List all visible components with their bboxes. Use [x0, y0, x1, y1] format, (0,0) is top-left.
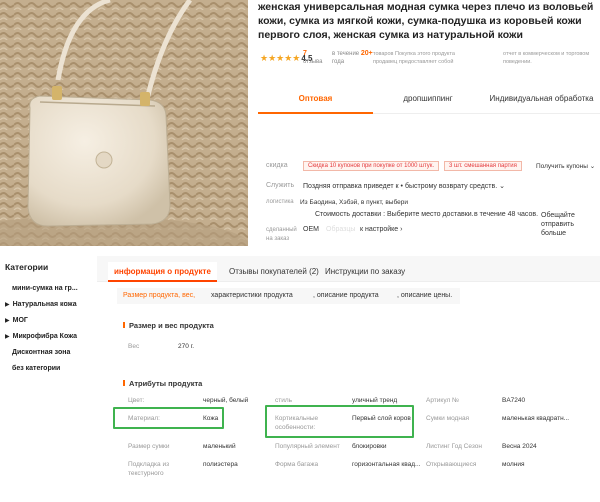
category-item[interactable]: без категории	[12, 365, 60, 372]
handbag-illustration	[0, 0, 248, 246]
attr-key: Популярный элемент	[275, 443, 340, 450]
attr-value: черный, белый	[203, 397, 249, 404]
category-item[interactable]: мини-сумка на гр...	[12, 285, 78, 292]
discount-row: скидка	[266, 162, 288, 169]
logistics-label-text: логистика	[266, 199, 294, 205]
shipping-time: в течение 48 часов.	[474, 211, 539, 218]
category-item[interactable]: Дисконтная зона	[12, 349, 70, 356]
service-label: Служить	[266, 182, 294, 189]
attr-value: Весна 2024	[502, 443, 537, 450]
attr-key: Сумки модная	[426, 415, 470, 422]
detail-tabs: информация о продукте Отзывы покупателей…	[108, 262, 600, 282]
attr-value: полиэстера	[203, 461, 238, 468]
coupon-badge-2[interactable]: 3 шт. смешанная партия	[444, 161, 522, 171]
weight-value: 270 г.	[178, 343, 195, 350]
attr-key: стиль	[275, 397, 293, 404]
category-item[interactable]: ▶ MOГ	[5, 317, 28, 324]
sold-number: 20+	[360, 50, 373, 57]
attr-value: маленький	[203, 443, 236, 450]
coupon-text-1: Скидка 10 купонов при покупке от 1000 шт…	[303, 161, 440, 171]
attributes-section-title: Атрибуты продукта	[123, 379, 202, 388]
shipping-cost[interactable]: Стоимость доставки : Выберите место дост…	[315, 211, 474, 218]
tab-order-instructions[interactable]: Инструкции по заказу	[325, 262, 405, 282]
tab-wholesale[interactable]: Оптовая	[258, 84, 373, 114]
attr-key: Открывающиеся	[426, 461, 477, 468]
sold-count: в течение 20+ года	[332, 50, 374, 66]
logistics-label: логистика	[266, 199, 294, 205]
tab-dropship[interactable]: дропшиппинг	[373, 84, 483, 114]
reviews-number: 7	[303, 50, 307, 57]
service-label-text: Служить	[266, 182, 295, 189]
category-item[interactable]: ▶ Микрофибра Кожа	[5, 333, 77, 340]
star-icons: ★★★★★	[260, 53, 301, 63]
discount-label: скидка	[266, 162, 288, 169]
coupon-text-2: 3 шт. смешанная партия	[444, 161, 522, 171]
category-label: мини-сумка на гр...	[12, 285, 78, 292]
chevron-right-icon: ▶	[5, 302, 10, 308]
tab-reviews[interactable]: Отзывы покупателей (2)	[229, 262, 319, 282]
seller-desc: товаров Покупка этого продукта продавец …	[373, 51, 455, 65]
oem-option[interactable]: OEM	[303, 226, 319, 233]
reviews-count[interactable]: 7 отзыва	[303, 50, 322, 66]
category-label: MOГ	[12, 317, 28, 324]
attr-value: BA7240	[502, 397, 526, 404]
seller-report: отчет в коммерческом и торговом поведени…	[503, 51, 590, 65]
highlight-cortical	[265, 405, 414, 438]
samples-option[interactable]: Образцы	[326, 226, 355, 233]
size-section-title: Размер и вес продукта	[123, 321, 214, 330]
attr-value: уличный тренд	[352, 397, 398, 404]
product-image[interactable]	[0, 0, 248, 246]
category-item[interactable]: ▶ Натуральная кожа	[5, 301, 77, 308]
weight-label: Вес	[128, 343, 140, 350]
sold-suffix: года	[332, 59, 345, 65]
attr-value: горизонтальная квад...	[352, 461, 421, 468]
subtab-price[interactable]: , описание цены.	[397, 288, 452, 304]
tab-custom[interactable]: Индивидуальная обработка	[483, 84, 600, 114]
sub-tabs: Размер продукта, вес, характеристики про…	[117, 288, 460, 304]
to-settings-link[interactable]: к настройке ›	[360, 226, 402, 233]
subtab-size[interactable]: Размер продукта, вес,	[123, 288, 195, 304]
attr-key: Подкладка из текстурного	[128, 461, 170, 477]
attr-key: Цвет:	[128, 397, 145, 404]
purchase-mode-tabs: Оптовая дропшиппинг Индивидуальная обраб…	[258, 84, 600, 114]
chevron-right-icon: ▶	[5, 334, 10, 340]
coupon-badge-1[interactable]: Скидка 10 купонов при покупке от 1000 шт…	[303, 161, 440, 171]
attr-value: блокировки	[352, 443, 387, 450]
chevron-right-icon: ▶	[5, 318, 10, 324]
highlight-material	[113, 407, 224, 429]
category-panel: Категории	[0, 262, 97, 272]
made-label-text: сделанный на заказ	[266, 227, 297, 242]
category-title: Категории	[5, 262, 49, 272]
attr-key: Листинг Год Сезон	[426, 443, 482, 450]
attr-key: Размер сумки	[128, 443, 170, 450]
logistics-value[interactable]: Из Баодина, Хэбэй, в пункт, выбери	[300, 199, 408, 206]
attr-value: молния	[502, 461, 525, 468]
subtab-characteristics[interactable]: характеристики продукта	[211, 288, 293, 304]
made-to-order-label: сделанный на заказ	[266, 226, 300, 244]
sold-prefix: в течение	[332, 51, 360, 57]
get-coupons-link[interactable]: Получить купоны ⌄	[536, 162, 595, 170]
shipping-note: Обещайте отправить больше	[541, 212, 575, 237]
category-label: Микрофибра Кожа	[12, 333, 78, 340]
attr-key: Артикул №	[426, 397, 460, 404]
reviews-label: отзыва	[303, 59, 323, 65]
tab-product-info[interactable]: информация о продукте	[108, 262, 217, 282]
service-value[interactable]: Поздняя отправка приведет к • быстрому в…	[303, 182, 505, 190]
category-label: без категории	[12, 365, 61, 372]
product-title: женская универсальная модная сумка через…	[258, 1, 594, 41]
subtab-description[interactable]: , описание продукта	[313, 288, 379, 304]
category-label: Дисконтная зона	[12, 349, 71, 356]
category-label: Натуральная кожа	[12, 301, 77, 308]
attr-key: Форма багажа	[275, 461, 319, 468]
attr-value: маленькая квадратн...	[502, 415, 570, 422]
